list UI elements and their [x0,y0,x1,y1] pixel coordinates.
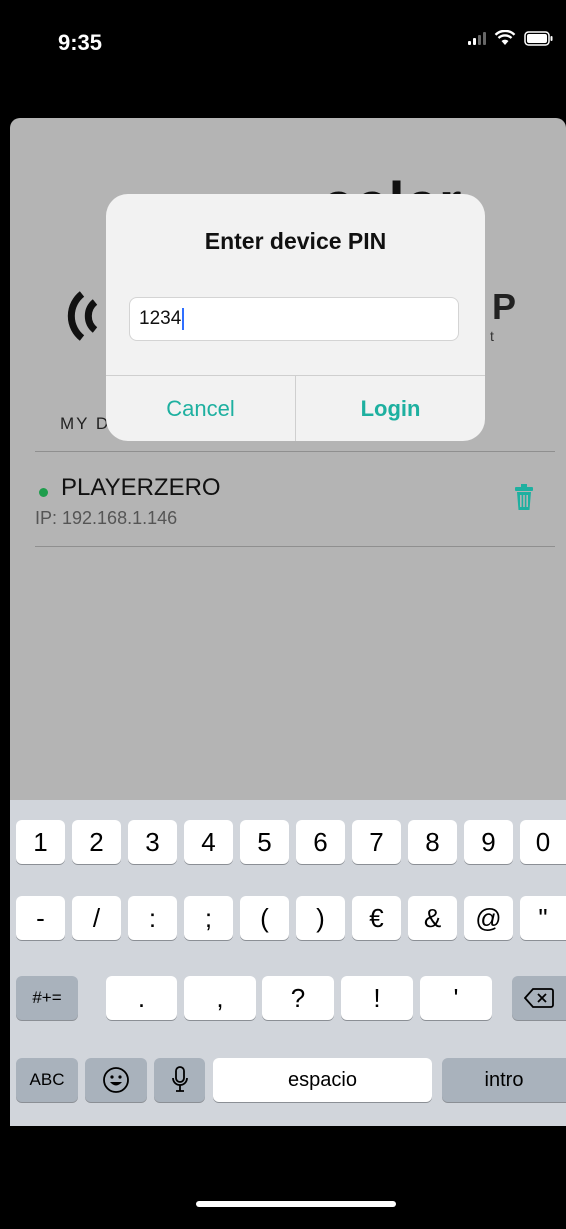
symbols-key[interactable]: #+= [16,976,78,1020]
key-hyphen[interactable]: - [16,896,65,940]
key-6[interactable]: 6 [296,820,345,864]
side-logo-text: P [492,286,517,327]
abc-key[interactable]: ABC [16,1058,78,1102]
divider [35,546,555,547]
online-status-dot [39,488,48,497]
battery-icon [524,30,553,46]
microphone-icon [171,1066,188,1092]
pin-value: 1234 [139,308,182,329]
key-close-paren[interactable]: ) [296,896,345,940]
trash-icon[interactable] [515,484,533,510]
emoji-icon [103,1067,129,1093]
key-7[interactable]: 7 [352,820,401,864]
key-open-paren[interactable]: ( [240,896,289,940]
key-period[interactable]: . [106,976,177,1020]
key-5[interactable]: 5 [240,820,289,864]
key-quote[interactable]: " [520,896,566,940]
key-9[interactable]: 9 [464,820,513,864]
emoji-key[interactable] [85,1058,147,1102]
device-ip: IP: 192.168.1.146 [35,508,178,528]
backspace-key[interactable] [512,976,566,1020]
login-button[interactable]: Login [295,376,485,441]
keyboard: 1 2 3 4 5 6 7 8 9 0 - / : ; ( ) € & @ " … [10,800,566,1126]
signal-icon [468,31,486,45]
key-comma[interactable]: , [184,976,256,1020]
backspace-icon [524,988,554,1008]
microphone-key[interactable] [154,1058,205,1102]
dialog-actions: Cancel Login [106,375,485,441]
text-caret [182,308,185,330]
key-8[interactable]: 8 [408,820,457,864]
key-apostrophe[interactable]: ' [420,976,492,1020]
key-4[interactable]: 4 [184,820,233,864]
key-semicolon[interactable]: ; [184,896,233,940]
pin-dialog: Enter device PIN 1234 Cancel Login [106,194,485,441]
side-logo-subtext: t [490,328,494,344]
key-at[interactable]: @ [464,896,513,940]
pin-input[interactable]: 1234 [129,297,459,341]
key-3[interactable]: 3 [128,820,177,864]
divider [35,451,555,452]
key-slash[interactable]: / [72,896,121,940]
key-question[interactable]: ? [262,976,334,1020]
key-1[interactable]: 1 [16,820,65,864]
status-icons [468,30,554,46]
device-name: PLAYERZERO [61,474,221,501]
dialog-title: Enter device PIN [204,228,387,254]
status-bar: 9:35 [0,0,566,90]
return-key[interactable]: intro [442,1058,566,1102]
key-euro[interactable]: € [352,896,401,940]
status-time: 9:35 [58,30,103,55]
bottom-bar [0,1126,566,1229]
key-0[interactable]: 0 [520,820,566,864]
key-exclamation[interactable]: ! [341,976,413,1020]
key-ampersand[interactable]: & [408,896,457,940]
key-2[interactable]: 2 [72,820,121,864]
space-key[interactable]: espacio [213,1058,432,1102]
cancel-button[interactable]: Cancel [106,376,295,441]
device-row[interactable]: PLAYERZERO IP: 192.168.1.146 [35,464,555,536]
wifi-icon [494,30,516,45]
home-indicator[interactable] [196,1201,396,1207]
key-colon[interactable]: : [128,896,177,940]
